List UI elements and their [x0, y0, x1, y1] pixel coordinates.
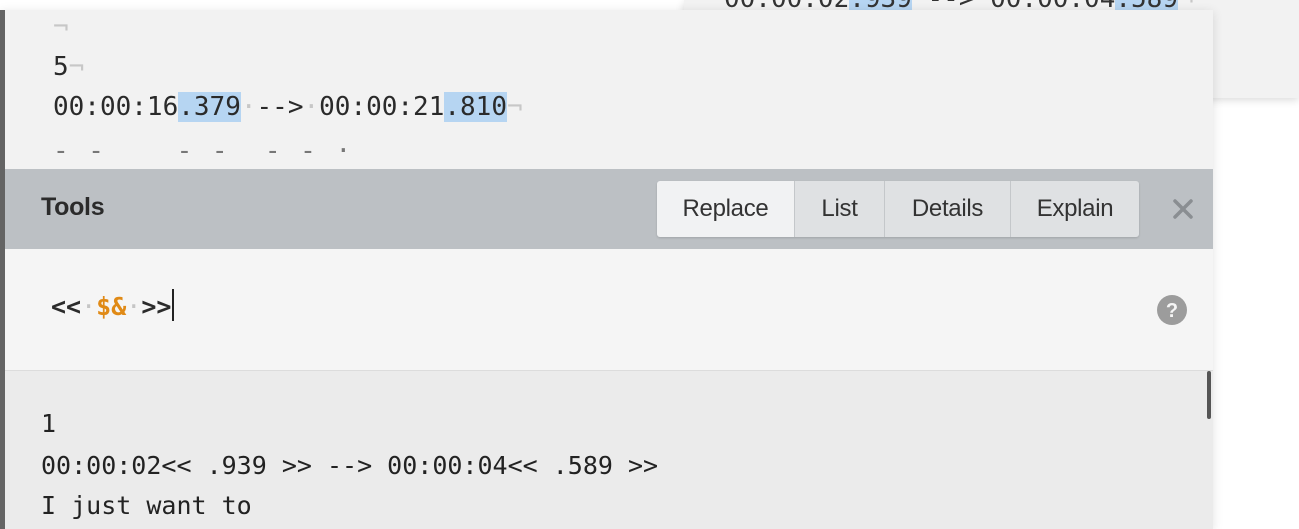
tools-tabs: Replace List Details Explain: [657, 181, 1139, 237]
match-highlight-end: .810: [444, 92, 507, 122]
subtitle-index: 5: [53, 52, 69, 82]
screen: 00:00:02.939 --> 00:00:04.589¬ ¬ 5¬ 00:0…: [0, 0, 1299, 529]
arrow-text: -->: [256, 92, 304, 122]
time-end: 00:00:21: [319, 92, 445, 122]
result-line: 00:00:02<< .939 >> --> 00:00:04<< .589 >…: [41, 451, 659, 480]
time-start: 00:00:16: [53, 92, 179, 122]
close-icon[interactable]: [1165, 191, 1201, 227]
tab-explain[interactable]: Explain: [1011, 181, 1139, 237]
tab-list[interactable]: List: [795, 181, 885, 237]
tools-title: Tools: [41, 193, 105, 221]
replace-open-text: <<: [51, 292, 82, 321]
match-highlight-start: .379: [178, 92, 241, 122]
text-caret: [172, 289, 175, 321]
editor-line-timecode: 00:00:16.379·-->·00:00:21.810¬: [53, 92, 523, 122]
space-dot: ·: [81, 292, 97, 321]
tools-bar: Tools Replace List Details Explain: [5, 169, 1213, 249]
result-line: 1: [41, 409, 57, 438]
svg-text:?: ?: [1166, 300, 1178, 322]
space-dot: ·: [240, 92, 257, 122]
regex-app-window: ¬ 5¬ 00:00:16.379·-->·00:00:21.810¬ - - …: [0, 10, 1213, 529]
pilcrow-mark: ¬: [68, 52, 85, 82]
text-editor[interactable]: ¬ 5¬ 00:00:16.379·-->·00:00:21.810¬ - - …: [5, 10, 1213, 170]
editor-line-number: 5¬: [53, 52, 84, 82]
replace-input-row: <<·$&·>> ?: [5, 249, 1213, 371]
space-dot: ·: [126, 292, 142, 321]
editor-line-empty: ¬: [53, 12, 69, 42]
results-scrollbar[interactable]: [1207, 371, 1211, 419]
tab-details[interactable]: Details: [885, 181, 1011, 237]
replace-results[interactable]: 1 00:00:02<< .939 >> --> 00:00:04<< .589…: [5, 371, 1213, 529]
replace-expression-input[interactable]: <<·$&·>>: [51, 289, 175, 321]
editor-line-partial: - - - - - - ·: [53, 136, 354, 166]
replace-match-token: $&: [96, 292, 127, 321]
space-dot: ·: [303, 92, 320, 122]
tab-replace[interactable]: Replace: [657, 181, 795, 237]
help-icon[interactable]: ?: [1155, 293, 1189, 327]
pilcrow-mark: ¬: [507, 92, 523, 122]
replace-close-text: >>: [141, 292, 172, 321]
result-line: I just want to: [41, 491, 252, 520]
